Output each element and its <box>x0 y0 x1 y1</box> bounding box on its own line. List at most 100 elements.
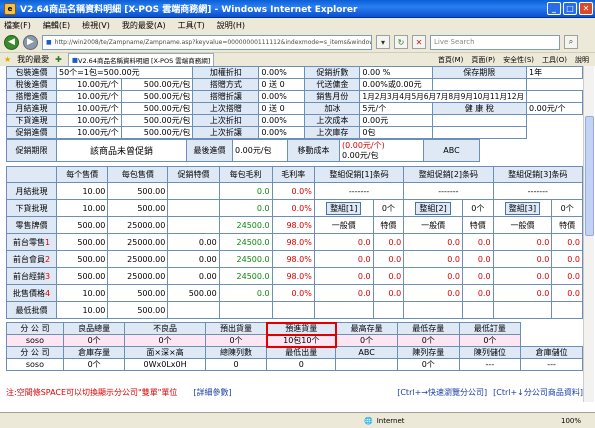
globe-icon: 🌐 <box>364 416 373 425</box>
add-favorite-icon[interactable]: ✚ <box>55 55 62 64</box>
toolbar-item[interactable]: 工具(O) <box>542 55 567 65</box>
cost-value: 0包 <box>359 126 433 139</box>
close-button[interactable]: ✕ <box>579 2 593 15</box>
footer-note: 注:空間條SPACE可以切換顯示分公司"雙單"單位 <box>6 388 178 397</box>
cost-label: 加冰 <box>304 102 361 115</box>
vertical-scrollbar[interactable] <box>583 66 594 402</box>
stock-header: 最低存量 <box>396 322 460 335</box>
price-cell: 98.0% <box>271 267 315 285</box>
cost-label: 上次折扣 <box>192 114 260 127</box>
combo-button[interactable]: 整組[3] <box>504 201 541 215</box>
price-cell: 10.00 <box>55 182 109 200</box>
favorites-star-icon[interactable]: ★ <box>4 55 11 64</box>
menu-item[interactable]: 工具(T) <box>178 20 205 31</box>
price-cell: 25000.00 <box>107 233 169 251</box>
refresh-icon[interactable]: ↻ <box>394 35 408 49</box>
menu-item[interactable]: 檢視(V) <box>82 20 110 31</box>
footer-line: 注:空間條SPACE可以切換顯示分公司"雙單"單位 [詳細參數] [Ctrl+→… <box>6 386 583 399</box>
page-icon: ■ <box>46 38 52 46</box>
cost-value: 10.00元/个 <box>56 102 122 115</box>
menu-item[interactable]: 檔案(F) <box>4 20 31 31</box>
stock-header: 倉庫儲位 <box>520 346 583 359</box>
price-row-label: 前台會員2 <box>6 250 57 268</box>
maximize-button[interactable]: □ <box>563 2 577 15</box>
stock-cell: 0个 <box>458 334 522 347</box>
combo-button[interactable]: 整組[1] <box>326 201 362 215</box>
price-cell: 0.00 <box>167 250 220 268</box>
status-bar: 🌐 Internet 100% <box>0 412 595 428</box>
tab-title: V2.64商品名稱資料明細 [X-POS 雲端商務網] <box>78 57 211 65</box>
price-cell: 500.00 <box>107 284 169 302</box>
combo-cell: 特價 <box>551 216 583 234</box>
zoom-level[interactable]: 100% <box>561 417 581 425</box>
price-row-label: 月結批現 <box>6 182 57 200</box>
cost-label: 上次成本 <box>304 114 361 127</box>
menu-item[interactable]: 編輯(E) <box>43 20 70 31</box>
toolbar-item[interactable]: 首頁(M) <box>438 55 464 65</box>
combo-cell: 0.0 <box>551 267 583 285</box>
favorites-bar: ★ 我的最愛 ✚ ■ V2.64商品名稱資料明細 [X-POS 雲端商務網] 首… <box>0 52 595 67</box>
cost-label: 代送傭金 <box>304 78 361 91</box>
quick-browse-link[interactable]: [Ctrl+→快速瀏覽分公司] <box>397 387 487 398</box>
back-button[interactable]: ◀ <box>4 34 19 50</box>
stock-header: 分 公 司 <box>6 322 64 335</box>
search-input[interactable]: Live Search <box>430 34 560 50</box>
zone-label: Internet <box>376 416 405 425</box>
price-row-label: 前台經銷3 <box>6 267 57 285</box>
cost-value: 500.00元/包 <box>120 102 194 115</box>
dropdown-icon[interactable]: ▾ <box>376 35 390 49</box>
toolbar-item[interactable]: 安全性(S) <box>503 55 534 65</box>
price-cell: 500.00 <box>107 301 169 319</box>
stock-header: 面×深×高 <box>124 346 206 359</box>
cost-value: 0.00 % <box>359 66 433 79</box>
price-cell: 0.0 <box>218 199 273 217</box>
search-icon[interactable]: ⌕ <box>564 35 578 49</box>
toolbar-item[interactable]: 說明 <box>575 55 589 65</box>
detail-link[interactable]: [詳細參數] <box>193 387 231 398</box>
abc-button[interactable]: ABC <box>423 139 480 162</box>
stock-cell: soso <box>6 358 64 371</box>
combo-cell: 0.0 <box>551 284 583 302</box>
forward-button[interactable]: ▶ <box>23 34 38 50</box>
cost-value: 0 送 0 <box>258 78 306 91</box>
price-header: 整組促銷[1]条码 <box>313 166 405 183</box>
toolbar-item[interactable]: 頁面(P) <box>471 55 495 65</box>
address-input[interactable]: ■ http://win2008/te/Zampname/Zampname.asp… <box>42 34 372 50</box>
cost-value: 10.00元/个 <box>56 90 122 103</box>
cost-value: 0.00元 <box>359 114 433 127</box>
price-header-row: 每个售價 每包售價 促銷特價 每包毛利 毛利率 整組促銷[1]条码 整組促銷[2]条码 整組促… <box>6 166 583 183</box>
tier-number: 2 <box>44 254 51 264</box>
cost-label: 加權折扣 <box>192 66 260 79</box>
scroll-thumb[interactable] <box>585 116 594 236</box>
cost-label: 促銷進價 <box>6 126 57 139</box>
stock-cell: 0个 <box>396 334 460 347</box>
cost-row: 包裝進價 50个=1包=500.00元 加權折扣 0.00% 促銷折數 0.00 % 保存期… <box>6 66 583 79</box>
price-row-label: 下貨批現 <box>6 199 57 217</box>
stock-cell: soso <box>6 334 64 347</box>
price-cell: 0.00 <box>167 267 220 285</box>
price-cell: 25000.00 <box>107 216 169 234</box>
menu-item[interactable]: 說明(H) <box>217 20 245 31</box>
combo-cell: 0.0 <box>551 233 583 251</box>
address-bar: ◀ ▶ ■ http://win2008/te/Zampname/Zampname… <box>0 32 595 52</box>
moving-cost-unit: (0.00元/个) <box>342 140 385 150</box>
stock-header: 良品總量 <box>62 322 126 335</box>
combo-button[interactable]: 整組[2] <box>415 201 451 215</box>
price-header: 每个售價 <box>55 166 109 183</box>
price-header: 促銷特價 <box>167 166 220 183</box>
price-cell: 500.00 <box>55 267 109 285</box>
browser-tab[interactable]: ■ V2.64商品名稱資料明細 [X-POS 雲端商務網] <box>67 52 215 67</box>
stock-header-row: 分 公 司良品總量 不良品 預出貨量 預進貨量 最高存量 最低存量 最低訂量 <box>6 321 583 336</box>
stock-cell: 0个 <box>62 334 126 347</box>
minimize-button[interactable]: _ <box>547 2 561 15</box>
tier-number: 1 <box>44 237 51 247</box>
branch-data-link[interactable]: [Ctrl+↓分公司商品資料] <box>493 387 583 398</box>
favorites-label[interactable]: 我的最愛 <box>17 54 49 65</box>
cost-label: 上次搭贈 <box>192 102 260 115</box>
cost-label: 搭贈折讓 <box>192 90 260 103</box>
menu-item[interactable]: 我的最愛(A) <box>122 20 166 31</box>
stock-cell: 0个 <box>204 334 268 347</box>
stop-icon[interactable]: ✕ <box>412 35 426 49</box>
price-cell <box>167 301 220 319</box>
stock-cell: 0个 <box>335 334 398 347</box>
